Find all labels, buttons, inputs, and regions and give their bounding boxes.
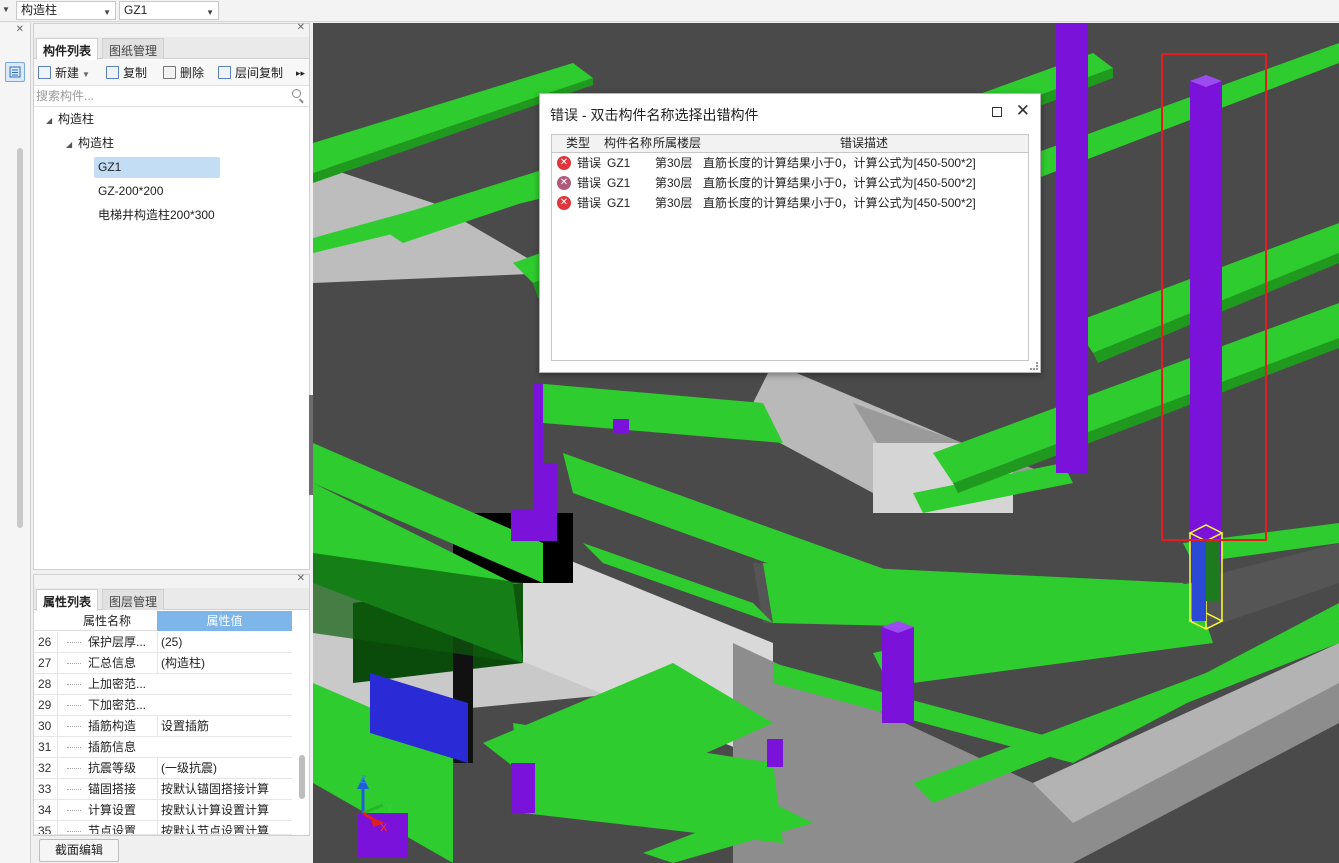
column bbox=[882, 627, 914, 723]
error-icon: ✕ bbox=[557, 196, 571, 210]
error-row[interactable]: ✕ 错误 GZ1 第30层 直筋长度的计算结果小于0，计算公式为[450-500… bbox=[552, 173, 1028, 193]
list-view-button[interactable] bbox=[5, 62, 25, 82]
list-icon bbox=[9, 66, 21, 78]
component-name-value: GZ1 bbox=[124, 3, 148, 17]
selected-column-fill bbox=[1192, 541, 1206, 621]
tree-item-elevator-column[interactable]: 电梯井构造柱200*300 bbox=[98, 205, 215, 226]
tab-component-list[interactable]: 构件列表 bbox=[36, 38, 99, 60]
column-header-floor[interactable]: 所属楼层 bbox=[653, 135, 701, 152]
tree-group[interactable]: ◢ 构造柱 bbox=[66, 133, 114, 154]
tree-item-gz-200[interactable]: GZ-200*200 bbox=[98, 181, 163, 202]
error-icon: ✕ bbox=[557, 176, 571, 190]
chevron-down-icon: ▼ bbox=[103, 8, 111, 17]
chevron-down-icon[interactable]: ▼ bbox=[2, 5, 10, 14]
column-header-value: 属性值 bbox=[157, 611, 292, 631]
error-row[interactable]: ✕ 错误 GZ1 第30层 直筋长度的计算结果小于0，计算公式为[450-500… bbox=[552, 193, 1028, 213]
axis-label-y: Y bbox=[386, 802, 394, 814]
section-edit-button[interactable]: 截面编辑 bbox=[39, 839, 119, 862]
axis-label-z: Z bbox=[360, 774, 367, 786]
close-button[interactable]: ✕ bbox=[1016, 101, 1030, 121]
floor-copy-icon bbox=[218, 66, 231, 79]
tab-drawing-management[interactable]: 图纸管理 bbox=[102, 38, 165, 59]
chevron-down-icon: ▼ bbox=[82, 70, 90, 79]
column-header-type[interactable]: 类型 bbox=[566, 135, 590, 152]
component-list-panel: ✕ 构件列表 图纸管理 新建▼ 复制 删除 层间复制 ▸▸ ◢构造柱 ◢构造柱 … bbox=[33, 22, 310, 570]
table-row[interactable]: 29 下加密范... bbox=[34, 695, 292, 716]
component-toolbar: 新建 ▼ 复制 删除 层间复制 ▸▸ bbox=[34, 60, 309, 86]
new-button[interactable]: 新建 ▼ bbox=[38, 65, 90, 83]
component-type-value: 构造柱 bbox=[21, 3, 58, 17]
new-file-icon bbox=[38, 66, 51, 79]
panel-tabs: 属性列表 图层管理 bbox=[34, 588, 309, 611]
table-row[interactable]: 26 保护层厚... (25) bbox=[34, 632, 292, 653]
delete-button[interactable]: 删除 bbox=[163, 65, 204, 81]
table-row[interactable]: 32 抗震等级 (一级抗震) bbox=[34, 758, 292, 779]
error-row[interactable]: ✕ 错误 GZ1 第30层 直筋长度的计算结果小于0，计算公式为[450-500… bbox=[552, 153, 1028, 173]
search-icon[interactable] bbox=[292, 89, 301, 98]
dialog-title: 错误 - 双击构件名称选择出错构件 bbox=[550, 107, 759, 123]
tree-item-gz1[interactable]: GZ1 bbox=[94, 157, 220, 178]
copy-icon bbox=[106, 66, 119, 79]
error-icon: ✕ bbox=[557, 156, 571, 170]
floor-copy-button[interactable]: 层间复制 bbox=[218, 65, 283, 81]
table-row[interactable]: 30 插筋构造 设置插筋 bbox=[34, 716, 292, 737]
component-name-combo[interactable]: GZ1 ▼ bbox=[119, 1, 219, 20]
component-search bbox=[34, 86, 309, 107]
close-icon[interactable]: ✕ bbox=[297, 22, 305, 33]
column-header-name: 属性名称 bbox=[82, 614, 131, 628]
tab-property-list[interactable]: 属性列表 bbox=[36, 589, 99, 611]
left-dock-strip: ✕ bbox=[0, 23, 31, 863]
table-row[interactable]: 27 汇总信息 (构造柱) bbox=[34, 653, 292, 674]
copy-button[interactable]: 复制 bbox=[106, 65, 147, 81]
column bbox=[358, 813, 408, 857]
table-row[interactable]: 34 计算设置 按默认计算设置计算 bbox=[34, 800, 292, 821]
selected-column-fill bbox=[1206, 541, 1220, 601]
table-row[interactable]: 35 节点设置 按默认节点设置计算 bbox=[34, 821, 292, 835]
property-table-header: 属性名称 属性值 bbox=[34, 611, 292, 631]
scrollbar[interactable] bbox=[17, 148, 23, 528]
trash-icon bbox=[163, 66, 176, 79]
tab-layer-management[interactable]: 图层管理 bbox=[102, 589, 165, 610]
table-row[interactable]: 28 上加密范... bbox=[34, 674, 292, 695]
table-row[interactable]: 33 锚固搭接 按默认锚固搭接计算 bbox=[34, 779, 292, 800]
column bbox=[1056, 23, 1088, 473]
column bbox=[767, 739, 783, 767]
panel-header: ✕ bbox=[34, 573, 309, 588]
column bbox=[533, 383, 543, 463]
scrollbar[interactable] bbox=[299, 755, 305, 799]
more-actions-button[interactable]: ▸▸ bbox=[296, 65, 305, 81]
component-type-combo[interactable]: 构造柱 ▼ bbox=[16, 1, 116, 20]
axis-label-x: X bbox=[380, 822, 388, 834]
column bbox=[511, 763, 535, 813]
table-row[interactable]: 31 插筋信息 bbox=[34, 737, 292, 758]
column bbox=[613, 419, 629, 433]
maximize-button[interactable] bbox=[992, 107, 1002, 117]
error-list-header: 类型 构件名称 所属楼层 错误描述 bbox=[552, 135, 1028, 153]
panel-header: ✕ bbox=[34, 22, 309, 37]
close-icon[interactable]: ✕ bbox=[297, 573, 305, 584]
chevron-down-icon: ▼ bbox=[206, 8, 214, 17]
column bbox=[1190, 81, 1222, 561]
error-list: 类型 构件名称 所属楼层 错误描述 ✕ 错误 GZ1 第30层 直筋长度的计算结… bbox=[551, 134, 1029, 361]
error-dialog: 错误 - 双击构件名称选择出错构件 ✕ 类型 构件名称 所属楼层 错误描述 ✕ … bbox=[539, 93, 1041, 373]
column-header-component[interactable]: 构件名称 bbox=[604, 135, 652, 152]
search-input[interactable] bbox=[34, 86, 274, 105]
column bbox=[511, 509, 557, 541]
panel-tabs: 构件列表 图纸管理 bbox=[34, 37, 309, 60]
column-header-description[interactable]: 错误描述 bbox=[840, 135, 888, 152]
expand-icon[interactable]: ◢ bbox=[46, 111, 58, 131]
property-panel: ✕ 属性列表 图层管理 属性名称 属性值 26 保护层厚... (25) 27 汇总信… bbox=[33, 573, 310, 836]
close-icon[interactable]: ✕ bbox=[16, 24, 24, 35]
tree-root[interactable]: ◢ 构造柱 bbox=[46, 109, 94, 130]
top-toolbar: ▼ 构造柱 ▼ GZ1 ▼ bbox=[0, 0, 1339, 22]
expand-icon[interactable]: ◢ bbox=[66, 135, 78, 155]
resize-grip[interactable] bbox=[1030, 362, 1038, 370]
